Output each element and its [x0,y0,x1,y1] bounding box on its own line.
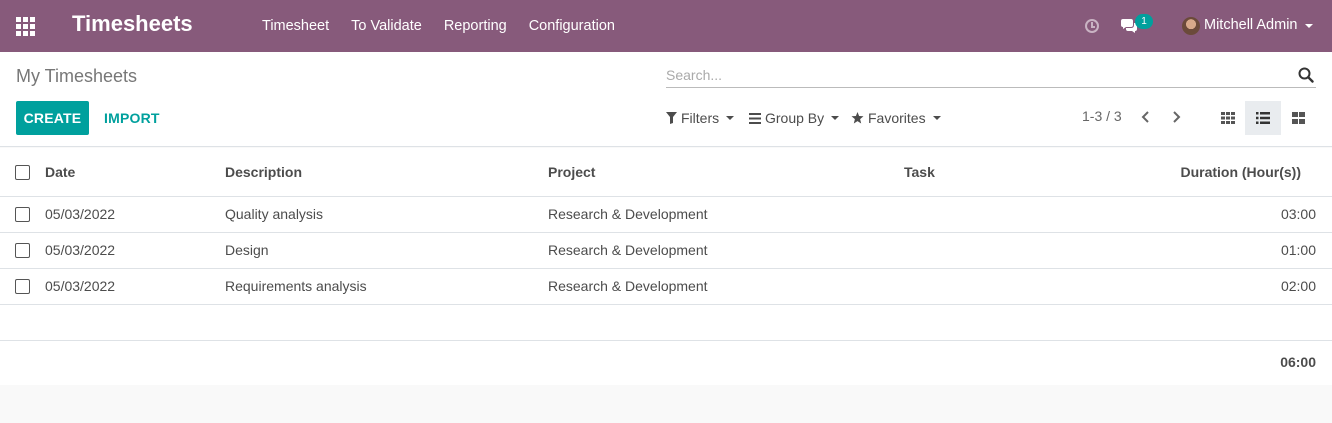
menu-item-timesheet[interactable]: Timesheet [251,18,340,34]
chevron-down-icon [831,116,840,120]
search-input[interactable] [666,64,1286,86]
user-menu-name[interactable]: Mitchell Admin [1204,17,1297,33]
cell-date[interactable]: 05/03/2022 [45,232,225,269]
empty-cell [0,304,1332,341]
search-icon[interactable] [1298,67,1314,83]
menu-item-configuration[interactable]: Configuration [518,18,626,34]
filters-label: Filters [681,110,720,126]
group-by-bars-icon [749,112,761,124]
row-select-cell [0,268,45,305]
cell-project[interactable]: Research & Development [548,268,904,305]
chevron-left-icon[interactable] [1141,110,1151,124]
apps-grid-icon[interactable] [16,17,35,36]
cell-duration[interactable]: 02:00 [1144,268,1332,305]
cell-task[interactable] [904,232,1144,269]
table-row[interactable]: 05/03/2022 Quality analysis Research & D… [0,196,1332,233]
column-header-description[interactable]: Description [225,148,548,197]
app-title[interactable]: Timesheets [72,11,193,37]
table-row[interactable]: 05/03/2022 Design Research & Development… [0,232,1332,269]
grid-view-icon [1291,112,1305,124]
select-all-checkbox[interactable] [15,165,30,181]
grid-view-button[interactable] [1280,101,1316,135]
group-by-dropdown[interactable]: Group By [749,108,840,128]
table-row[interactable]: 05/03/2022 Requirements analysis Researc… [0,268,1332,305]
filter-funnel-icon [666,112,677,124]
column-header-duration[interactable]: Duration (Hour(s)) [1144,148,1332,197]
timesheet-list: Date Description Project Task Duration (… [0,148,1332,385]
row-select-cell [0,232,45,269]
empty-row [0,304,1332,341]
cell-date[interactable]: 05/03/2022 [45,196,225,233]
breadcrumb: My Timesheets [16,66,138,86]
filters-dropdown[interactable]: Filters [666,108,735,128]
row-checkbox[interactable] [15,279,30,295]
table-header-row: Date Description Project Task Duration (… [0,148,1332,197]
cell-project[interactable]: Research & Development [548,196,904,233]
cell-description[interactable]: Requirements analysis [225,268,548,305]
favorites-label: Favorites [868,110,926,126]
pager-value[interactable]: 1-3 / 3 [1082,108,1122,124]
menu-item-to-validate[interactable]: To Validate [340,18,433,34]
kanban-grid-icon [1221,112,1235,124]
create-button[interactable]: CREATE [16,101,89,135]
chevron-down-icon [726,116,735,120]
total-duration: 06:00 [1280,354,1316,371]
row-checkbox[interactable] [15,207,30,223]
favorites-dropdown[interactable]: Favorites [851,108,941,128]
group-by-label: Group By [765,110,825,126]
cell-description[interactable]: Quality analysis [225,196,548,233]
cell-project[interactable]: Research & Development [548,232,904,269]
row-select-cell [0,196,45,233]
control-panel: My Timesheets CREATE IMPORT Filters Grou… [0,52,1332,147]
list-icon [1256,112,1270,124]
column-header-date[interactable]: Date [45,148,225,197]
messaging-counter-badge: 1 [1135,14,1153,29]
user-avatar[interactable] [1182,17,1200,35]
cell-description[interactable]: Design [225,232,548,269]
row-checkbox[interactable] [15,243,30,259]
list-view-button[interactable] [1245,101,1281,135]
chevron-right-icon[interactable] [1171,110,1181,124]
table-footer-row: 06:00 [0,340,1332,384]
activity-clock-icon[interactable] [1085,19,1099,33]
select-all-cell [0,148,45,197]
kanban-view-button[interactable] [1210,101,1246,135]
search-bar [666,64,1316,88]
user-menu-caret-icon[interactable] [1305,24,1313,28]
footer-spacer [0,340,1144,384]
cell-date[interactable]: 05/03/2022 [45,268,225,305]
menu-item-reporting[interactable]: Reporting [433,18,518,34]
star-icon [851,112,864,124]
cell-duration[interactable]: 01:00 [1144,232,1332,269]
import-button[interactable]: IMPORT [104,101,160,135]
cell-duration[interactable]: 03:00 [1144,196,1332,233]
cell-task[interactable] [904,196,1144,233]
cell-task[interactable] [904,268,1144,305]
main-menu: Timesheet To Validate Reporting Configur… [251,0,626,52]
top-navbar: Timesheets Timesheet To Validate Reporti… [0,0,1332,52]
timesheet-table: Date Description Project Task Duration (… [0,148,1332,384]
column-header-task[interactable]: Task [904,148,1144,197]
column-header-project[interactable]: Project [548,148,904,197]
chevron-down-icon [932,116,941,120]
